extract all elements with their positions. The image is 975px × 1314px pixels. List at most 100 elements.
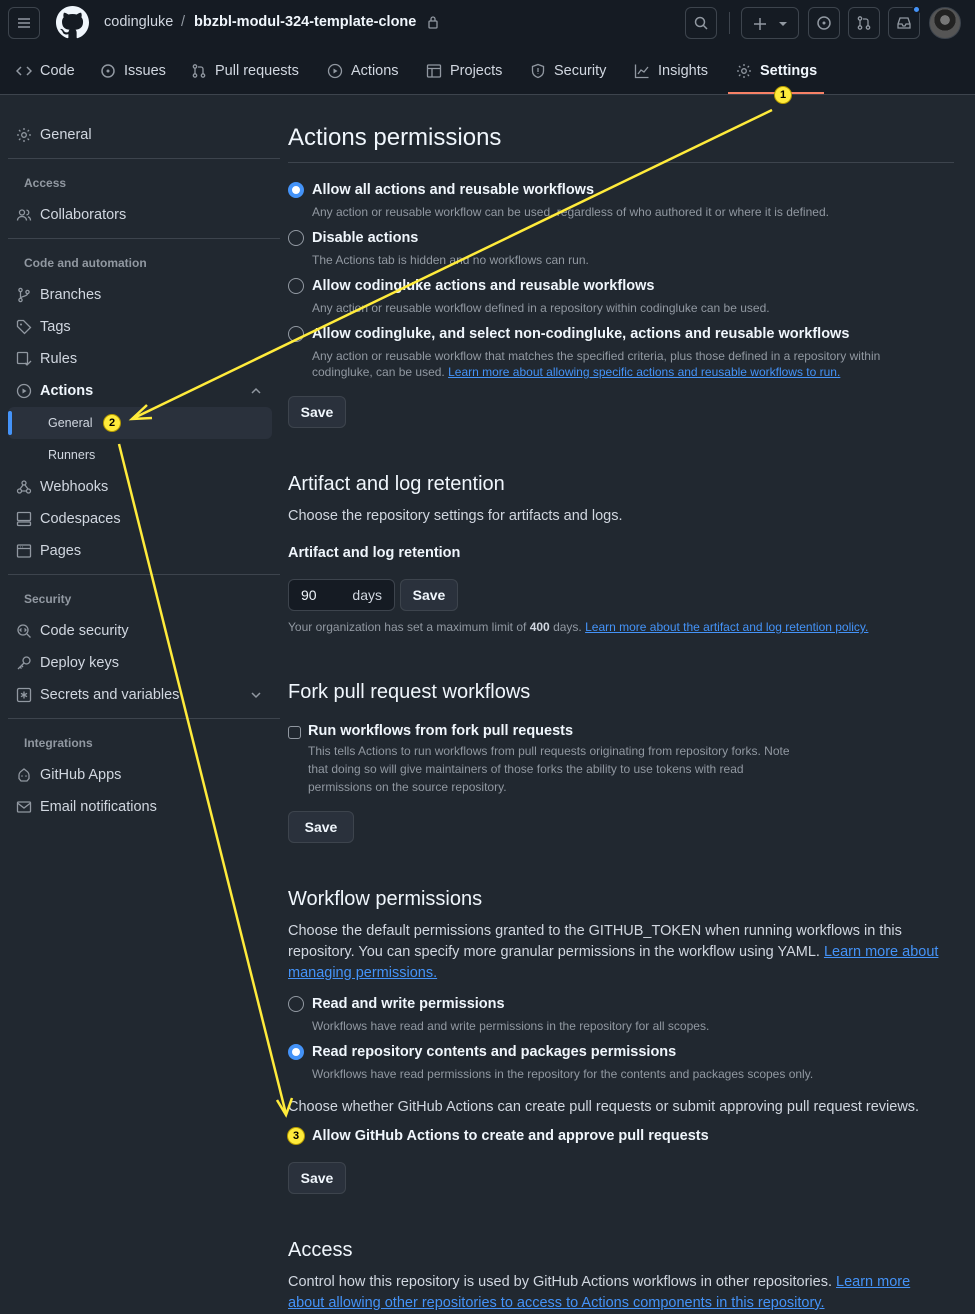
retention-policy-link[interactable]: Learn more about the artifact and log re… — [585, 620, 868, 634]
sidebar-item-branches[interactable]: Branches — [16, 281, 101, 309]
chevron-down-icon[interactable] — [248, 687, 264, 703]
sidebar-item-general[interactable]: General — [16, 121, 92, 149]
gear-icon — [737, 64, 751, 78]
sidebar-item-label: Tags — [40, 319, 71, 335]
sidebar-item-email-notifications[interactable]: Email notifications — [16, 793, 157, 821]
apps-icon — [18, 768, 30, 782]
sidebar-item-code-security[interactable]: Code security — [16, 617, 129, 645]
sidebar-divider — [8, 574, 280, 575]
sidebar-item-label: GitHub Apps — [40, 767, 122, 783]
option-desc: codingluke, can be used. Learn more abou… — [312, 364, 840, 380]
people-icon — [16, 209, 32, 221]
sidebar-item-pages[interactable]: Pages — [16, 537, 81, 565]
fork-desc: that doing so will give maintainers of t… — [308, 762, 744, 776]
note-limit: 400 — [529, 620, 550, 634]
save-button[interactable]: Save — [288, 811, 354, 843]
sidebar-heading-code: Code and automation — [24, 256, 147, 270]
access-title: Access — [288, 1239, 353, 1261]
sidebar-item-label: Runners — [48, 448, 96, 462]
menu-button[interactable] — [8, 7, 40, 39]
tab-code[interactable]: Code — [16, 61, 75, 81]
sidebar-item-deploy-keys[interactable]: Deploy keys — [16, 649, 119, 677]
avatar[interactable] — [929, 7, 961, 39]
sidebar-selected-indicator — [8, 411, 12, 435]
access-components-link[interactable]: about allowing other repositories to acc… — [288, 1295, 825, 1311]
radio-disable-actions[interactable] — [288, 230, 304, 246]
sidebar-item-secrets[interactable]: Secrets and variables — [16, 681, 179, 709]
inbox-icon — [897, 17, 911, 29]
allow-pr-label: Allow GitHub Actions to create and appro… — [312, 1128, 709, 1144]
sidebar-item-runners[interactable]: Runners — [48, 441, 95, 469]
sidebar-item-github-apps[interactable]: GitHub Apps — [16, 761, 121, 789]
sidebar-item-label: Secrets and variables — [40, 687, 180, 703]
fork-checkbox[interactable] — [288, 726, 301, 739]
sidebar-item-label: Webhooks — [40, 479, 109, 495]
artifact-label: Artifact and log retention — [288, 545, 461, 561]
pull-request-icon — [857, 16, 871, 30]
radio-read-only[interactable] — [288, 1044, 304, 1060]
save-button[interactable]: Save — [288, 1162, 346, 1194]
managing-permissions-link[interactable]: managing permissions. — [288, 965, 437, 981]
workflow-desc-text: repository. You can specify more granula… — [288, 944, 820, 960]
tab-security[interactable]: Security — [530, 61, 606, 81]
sidebar-divider — [8, 718, 280, 719]
radio-allow-select[interactable] — [288, 326, 304, 342]
sidebar-item-label: Actions — [40, 383, 94, 399]
browser-icon — [16, 544, 32, 558]
chevron-up-icon[interactable] — [248, 383, 264, 399]
tab-settings[interactable]: Settings — [736, 61, 817, 81]
search-icon — [694, 16, 708, 30]
branch-icon — [18, 287, 30, 303]
sidebar-heading-integrations: Integrations — [24, 736, 93, 750]
fork-label: Run workflows from fork pull requests — [308, 723, 574, 739]
sidebar-item-collaborators[interactable]: Collaborators — [16, 201, 126, 229]
radio-read-write[interactable] — [288, 996, 304, 1012]
tab-label: Issues — [124, 63, 166, 79]
access-desc-text: Control how this repository is used by G… — [288, 1274, 832, 1290]
sidebar-item-actions-general[interactable]: General — [48, 409, 92, 437]
save-button[interactable]: Save — [288, 396, 346, 428]
webhook-icon — [16, 480, 32, 494]
code-icon — [16, 66, 32, 76]
tab-label: Settings — [760, 63, 818, 79]
sidebar-item-tags[interactable]: Tags — [16, 313, 71, 341]
arrow-2-to-3 — [117, 443, 288, 1115]
plus-icon — [754, 18, 766, 30]
create-new-button[interactable] — [741, 7, 799, 39]
tab-label: Code — [40, 63, 75, 79]
radio-allow-owner[interactable] — [288, 278, 304, 294]
repo-name-link[interactable]: bbzbl-modul-324-template-clone — [194, 14, 416, 30]
sidebar-item-webhooks[interactable]: Webhooks — [16, 473, 108, 501]
tab-issues[interactable]: Issues — [100, 61, 166, 81]
key-icon — [17, 656, 31, 670]
search-button[interactable] — [685, 7, 717, 39]
pull-requests-button[interactable] — [848, 7, 880, 39]
radio-allow-all[interactable] — [288, 182, 304, 198]
graph-icon — [634, 64, 649, 79]
repo-owner-link[interactable]: codingluke — [104, 14, 173, 30]
rules-icon — [16, 351, 32, 366]
workflow-desc: Choose the default permissions granted t… — [288, 923, 902, 939]
option-desc: Workflows have read and write permission… — [312, 1019, 710, 1033]
learn-more-actions-link[interactable]: Learn more about allowing specific actio… — [448, 365, 840, 379]
retention-days-input[interactable]: 90 days — [288, 579, 395, 611]
tab-label: Projects — [450, 63, 503, 79]
note-text: Your organization has set a maximum limi… — [288, 620, 527, 634]
sidebar-item-actions[interactable]: Actions — [16, 377, 93, 405]
sidebar-item-codespaces[interactable]: Codespaces — [16, 505, 121, 533]
tab-projects[interactable]: Projects — [426, 61, 502, 81]
issues-button[interactable] — [808, 7, 840, 39]
sidebar-item-rules[interactable]: Rules — [16, 345, 77, 373]
tab-label: Security — [554, 63, 607, 79]
option-desc-text: codingluke, can be used. — [312, 365, 445, 379]
tab-actions[interactable]: Actions — [327, 61, 399, 81]
learn-more-access-link[interactable]: Learn more — [836, 1274, 910, 1290]
learn-more-permissions-link[interactable]: Learn more about — [824, 944, 938, 960]
actions-permissions-title: Actions permissions — [288, 124, 502, 151]
annotation-badge-3: 3 — [287, 1127, 305, 1145]
tab-insights[interactable]: Insights — [634, 61, 708, 81]
option-label: Read repository contents and packages pe… — [312, 1044, 677, 1060]
tab-pull-requests[interactable]: Pull requests — [191, 61, 299, 81]
save-button[interactable]: Save — [400, 579, 458, 611]
github-logo-icon[interactable] — [56, 6, 89, 39]
